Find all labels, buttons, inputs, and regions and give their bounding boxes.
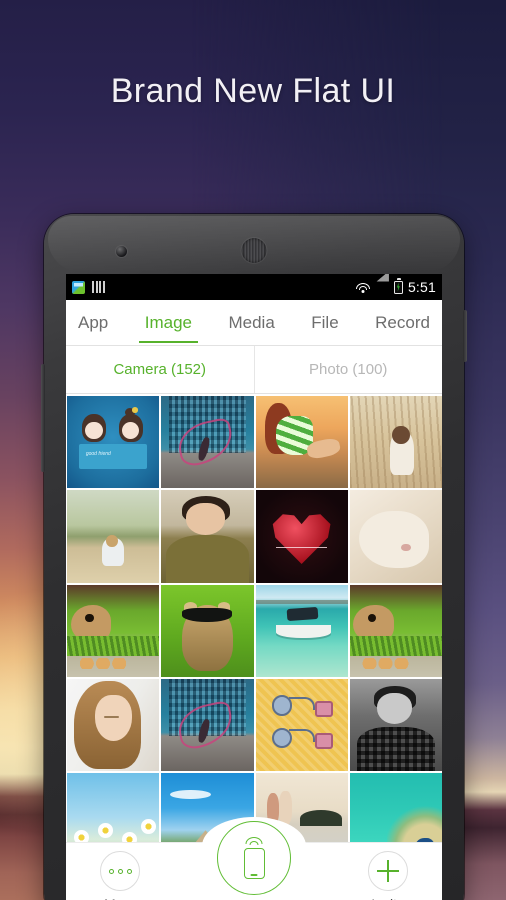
gallery-item[interactable]	[67, 490, 160, 583]
status-bar-right: 5:51	[356, 278, 436, 295]
dancer-glass-building	[161, 396, 254, 489]
volume-button[interactable]	[41, 364, 45, 472]
gallery-item[interactable]	[255, 584, 348, 677]
subtab-photo[interactable]: Photo (100)	[253, 346, 443, 393]
girl-in-reeds	[349, 396, 442, 489]
power-button[interactable]	[463, 310, 467, 362]
gallery-item[interactable]	[67, 678, 160, 771]
gallery-item[interactable]	[255, 396, 348, 489]
gallery-item[interactable]	[161, 678, 254, 771]
man-portrait	[161, 490, 254, 583]
nav-connect-phone[interactable]: Connect Phone	[194, 821, 314, 900]
status-bar: 5:51	[66, 274, 442, 300]
subtab-camera[interactable]: Camera (152)	[66, 346, 254, 393]
nav-more-label: More	[104, 896, 136, 900]
nav-invite[interactable]: Invite	[350, 851, 426, 900]
phone-icon	[243, 848, 265, 879]
tab-file[interactable]: File	[307, 303, 342, 342]
app-icon	[72, 280, 85, 294]
more-dots-icon	[108, 868, 132, 874]
status-bar-left	[72, 280, 105, 294]
chipmunk-grass-2	[349, 584, 442, 677]
status-bar-clock: 5:51	[407, 279, 436, 295]
boat-turquoise-sea	[255, 584, 348, 677]
battery-charging-icon	[393, 278, 403, 294]
signal-bars-icon	[92, 281, 105, 293]
phone-wifi-icon	[245, 837, 263, 845]
gallery-item[interactable]	[349, 490, 442, 583]
gallery-item[interactable]	[161, 396, 254, 489]
more-button[interactable]	[100, 851, 140, 891]
tab-media[interactable]: Media	[224, 303, 278, 342]
owl-sunglasses	[161, 584, 254, 677]
main-tab-bar: App Image Media File Record	[66, 300, 442, 346]
tab-image[interactable]: Image	[138, 303, 199, 343]
earpiece-speaker-icon	[241, 238, 267, 263]
bottom-navigation-bar: More Connect Phone Invite	[66, 821, 442, 900]
gallery-item[interactable]	[255, 490, 348, 583]
gallery-item[interactable]	[349, 678, 442, 771]
gallery-item[interactable]	[161, 584, 254, 677]
cellular-signal-icon	[376, 282, 389, 293]
sleeping-puppy	[349, 490, 442, 583]
yellow-illustration	[255, 678, 348, 771]
girl-green-stripes	[255, 396, 348, 489]
front-camera-icon	[116, 246, 127, 257]
sub-tab-bar: Camera (152) Photo (100)	[66, 346, 442, 394]
cartoon-good-friend: good friend	[67, 396, 160, 489]
gallery-item[interactable]	[255, 678, 348, 771]
tab-record[interactable]: Record	[371, 303, 434, 342]
chipmunk-grass	[67, 584, 160, 677]
tab-app[interactable]: App	[74, 303, 112, 342]
gallery-item[interactable]	[349, 584, 442, 677]
connect-phone-button[interactable]	[217, 821, 291, 895]
dancer-glass-building-2	[161, 678, 254, 771]
nav-invite-label: Invite	[371, 896, 404, 900]
gallery-item[interactable]	[161, 490, 254, 583]
blonde-girl	[67, 678, 160, 771]
page-title: Brand New Flat UI	[110, 72, 396, 110]
image-grid: good friend	[66, 394, 442, 866]
invite-button[interactable]	[368, 851, 408, 891]
gallery-item[interactable]: good friend	[67, 396, 160, 489]
phone-device: 5:51 App Image Media File Record Camera …	[41, 214, 467, 900]
phone-screen: 5:51 App Image Media File Record Camera …	[66, 274, 442, 900]
gallery-item[interactable]	[67, 584, 160, 677]
gallery-item[interactable]	[349, 396, 442, 489]
bw-young-man	[349, 678, 442, 771]
plus-icon	[377, 860, 399, 882]
girl-in-field	[67, 490, 160, 583]
wifi-icon	[356, 282, 371, 293]
nav-more[interactable]: More	[82, 851, 158, 900]
red-heart	[255, 490, 348, 583]
